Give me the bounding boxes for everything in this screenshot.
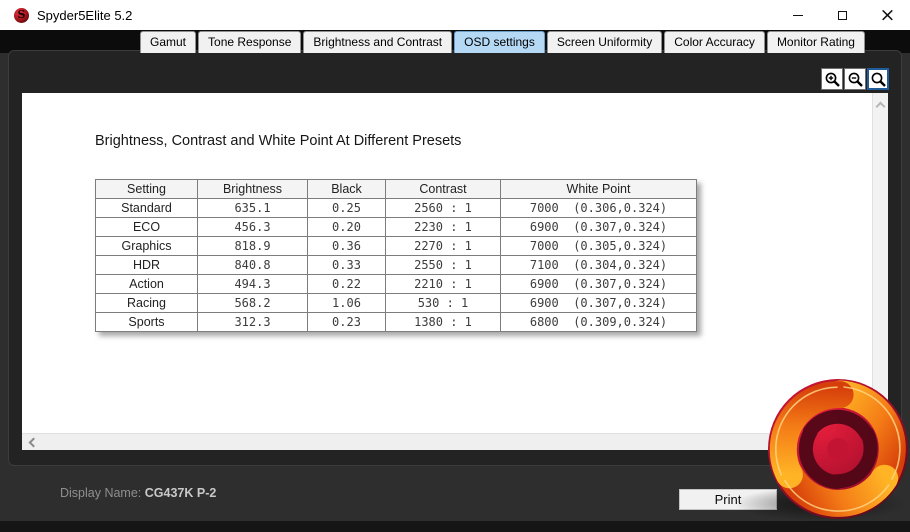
value-cell: 2560 : 1: [385, 198, 501, 218]
value-cell: 0.25: [307, 198, 386, 218]
maximize-button[interactable]: [820, 0, 865, 30]
display-name: Display Name: CG437K P-2: [60, 486, 216, 500]
setting-cell: Racing: [95, 293, 198, 313]
value-cell: 7000 (0.306,0.324): [500, 198, 697, 218]
table-row: Graphics 818.9 0.36 2270 : 1 7000 (0.305,0.3…: [95, 236, 697, 256]
value-cell: 0.20: [307, 217, 386, 237]
value-cell: 7000 (0.305,0.324): [500, 236, 697, 256]
zoom-out-icon: [848, 72, 863, 87]
value-cell: 2550 : 1: [385, 255, 501, 275]
table-row: Action 494.3 0.22 2210 : 1 6900 (0.307,0.324…: [95, 274, 697, 294]
display-name-label: Display Name:: [60, 486, 142, 500]
column-header: Black: [307, 179, 386, 199]
value-cell: 6900 (0.307,0.324): [500, 293, 697, 313]
setting-cell: Graphics: [95, 236, 198, 256]
value-cell: 6800 (0.309,0.324): [500, 312, 697, 332]
value-cell: 312.3: [197, 312, 308, 332]
scroll-left-icon[interactable]: [28, 437, 39, 447]
column-header: White Point: [500, 179, 697, 199]
table-row: Racing 568.2 1.06 530 : 1 6900 (0.307,0.324): [95, 293, 697, 313]
setting-cell: HDR: [95, 255, 198, 275]
value-cell: 0.22: [307, 274, 386, 294]
table-row: Sports 312.3 0.23 1380 : 1 6800 (0.309,0.324…: [95, 312, 697, 332]
zoom-toolbar: [820, 68, 889, 90]
tab-osd-settings[interactable]: OSD settings: [454, 31, 545, 53]
value-cell: 2230 : 1: [385, 217, 501, 237]
tab-brightness-and-contrast[interactable]: Brightness and Contrast: [303, 31, 453, 53]
kitguru-logo: [768, 379, 908, 519]
minimize-button[interactable]: [775, 0, 820, 30]
value-cell: 568.2: [197, 293, 308, 313]
value-cell: 0.23: [307, 312, 386, 332]
close-button[interactable]: ×: [865, 0, 910, 30]
application-window: Spyder5Elite 5.2 × GamutTone ResponseBri…: [0, 0, 910, 532]
tab-tone-response[interactable]: Tone Response: [198, 31, 302, 53]
zoom-reset-button[interactable]: [867, 68, 889, 90]
setting-cell: Standard: [95, 198, 198, 218]
value-cell: 818.9: [197, 236, 308, 256]
value-cell: 2210 : 1: [385, 274, 501, 294]
report-heading: Brightness, Contrast and White Point At …: [95, 133, 462, 149]
scroll-up-icon[interactable]: [875, 101, 886, 112]
setting-cell: Sports: [95, 312, 198, 332]
value-cell: 1380 : 1: [385, 312, 501, 332]
setting-cell: Action: [95, 274, 198, 294]
window-controls: ×: [775, 0, 910, 30]
value-cell: 0.36: [307, 236, 386, 256]
tab-color-accuracy[interactable]: Color Accuracy: [664, 31, 765, 53]
value-cell: 0.33: [307, 255, 386, 275]
title-bar: Spyder5Elite 5.2 ×: [0, 0, 910, 30]
value-cell: 1.06: [307, 293, 386, 313]
zoom-out-button[interactable]: [844, 68, 866, 90]
zoom-in-button[interactable]: [821, 68, 843, 90]
table-row: ECO 456.3 0.20 2230 : 1 6900 (0.307,0.324): [95, 217, 697, 237]
tab-bar: Gamut Tone Response Brightness and Contras…: [140, 31, 867, 53]
value-cell: 635.1: [197, 198, 308, 218]
minimize-icon: [792, 14, 803, 16]
value-cell: 494.3: [197, 274, 308, 294]
column-header: Brightness: [197, 179, 308, 199]
horizontal-scrollbar[interactable]: [22, 433, 872, 450]
value-cell: 7100 (0.304,0.324): [500, 255, 697, 275]
tab-screen-uniformity[interactable]: Screen Uniformity: [546, 31, 663, 53]
value-cell: 530 : 1: [385, 293, 501, 313]
column-header: Setting: [95, 179, 198, 199]
zoom-reset-icon: [871, 72, 886, 87]
value-cell: 2270 : 1: [385, 236, 501, 256]
report-content: Brightness, Contrast and White Point At …: [22, 93, 888, 450]
close-icon: ×: [879, 3, 896, 26]
window-title: Spyder5Elite 5.2: [37, 7, 133, 23]
value-cell: 6900 (0.307,0.324): [500, 274, 697, 294]
spyder-app-icon: [14, 7, 29, 23]
tab-gamut[interactable]: Gamut: [140, 31, 197, 53]
value-cell: 6900 (0.307,0.324): [500, 217, 697, 237]
tab-monitor-rating[interactable]: Monitor Rating: [766, 31, 865, 53]
maximize-icon: [838, 10, 847, 20]
column-header: Contrast: [385, 179, 501, 199]
zoom-in-icon: [825, 72, 840, 87]
table-row: HDR 840.8 0.33 2550 : 1 7100 (0.304,0.324): [95, 255, 697, 275]
table-body: Standard 635.1 0.25 2560 : 1 7000 (0.306,0.3…: [95, 198, 697, 332]
value-cell: 456.3: [197, 217, 308, 237]
value-cell: 840.8: [197, 255, 308, 275]
table-row: Standard 635.1 0.25 2560 : 1 7000 (0.306,0.3…: [95, 198, 697, 218]
display-name-value: CG437K P-2: [144, 486, 217, 500]
presets-table: Setting Brightness Black Contrast White Poin…: [95, 179, 697, 332]
table-header-row: Setting Brightness Black Contrast White Poin…: [95, 179, 697, 199]
setting-cell: ECO: [95, 217, 198, 237]
